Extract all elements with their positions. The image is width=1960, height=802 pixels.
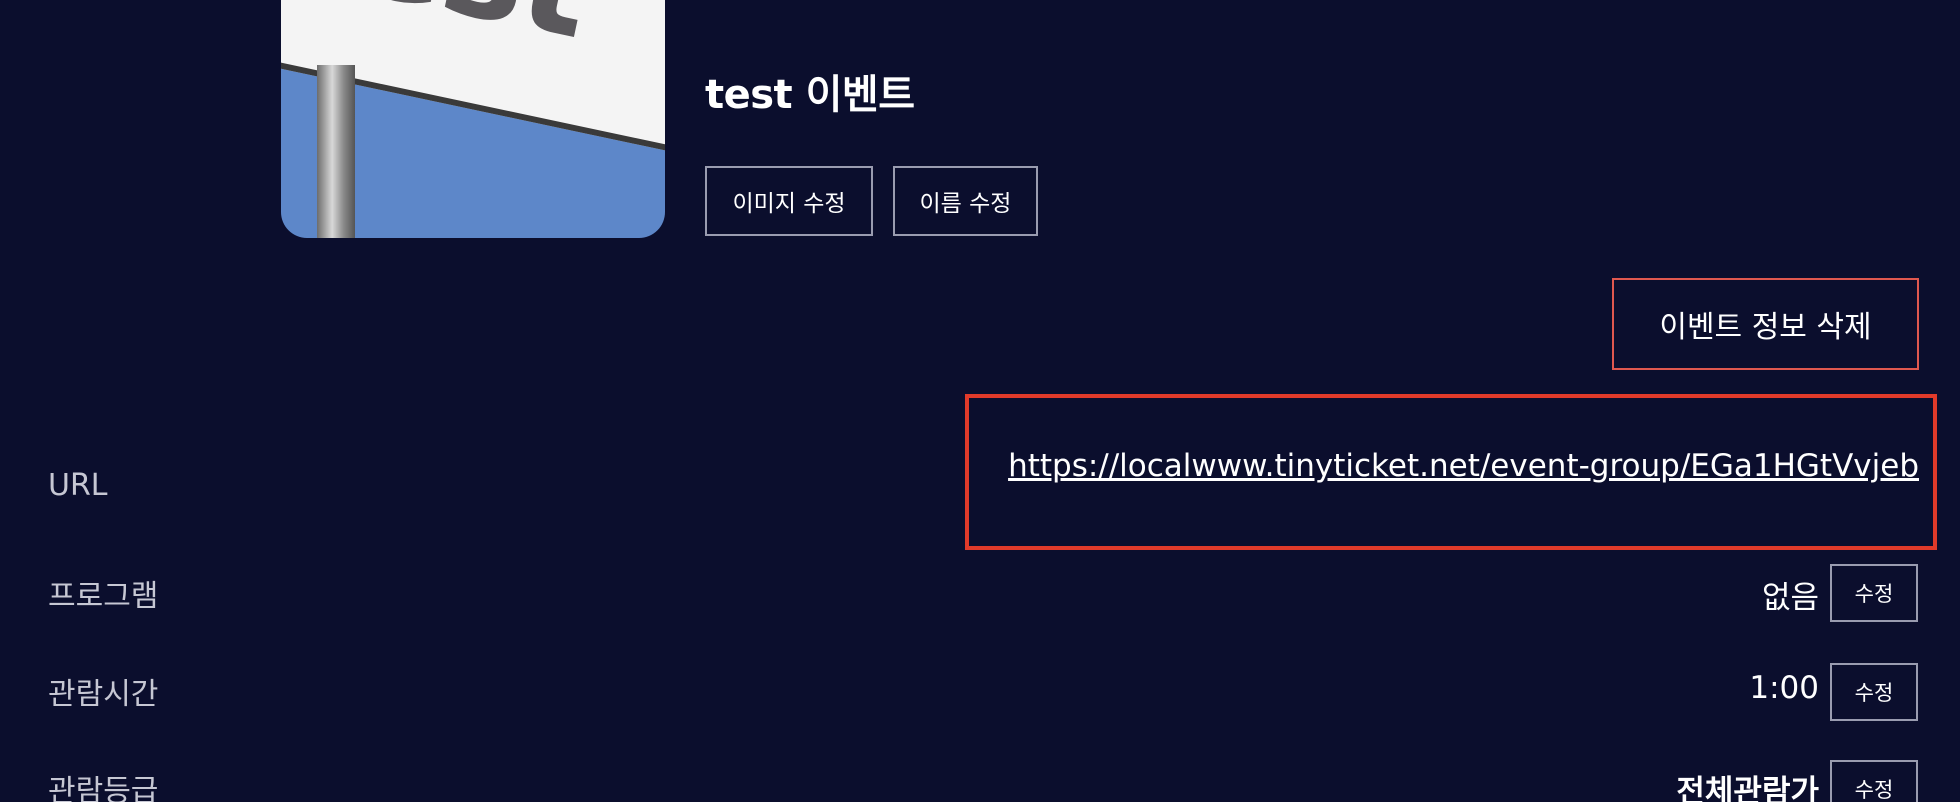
- duration-value: 1:00: [1749, 670, 1819, 706]
- url-label: URL: [48, 468, 108, 503]
- rating-value: 전체관람가: [1676, 774, 1819, 802]
- delete-event-button[interactable]: 이벤트 정보 삭제: [1612, 278, 1919, 370]
- edit-duration-button[interactable]: 수정: [1830, 663, 1918, 721]
- event-detail-page: test test 이벤트 이미지 수정 이름 수정 이벤트 정보 삭제 URL…: [0, 0, 1960, 802]
- sign-pole: [317, 65, 355, 238]
- edit-name-button[interactable]: 이름 수정: [893, 166, 1038, 236]
- rating-label: 관람등급: [48, 774, 159, 802]
- sign-text: test: [281, 0, 602, 71]
- edit-program-button[interactable]: 수정: [1830, 564, 1918, 622]
- edit-image-button[interactable]: 이미지 수정: [705, 166, 873, 236]
- program-label: 프로그램: [48, 579, 159, 614]
- event-title: test 이벤트: [705, 72, 915, 118]
- event-image: test: [281, 0, 665, 238]
- program-value: 없음: [1761, 580, 1819, 616]
- event-url-link[interactable]: https://localwww.tinyticket.net/event-gr…: [989, 446, 1919, 486]
- duration-label: 관람시간: [48, 677, 159, 712]
- edit-rating-button[interactable]: 수정: [1830, 760, 1918, 802]
